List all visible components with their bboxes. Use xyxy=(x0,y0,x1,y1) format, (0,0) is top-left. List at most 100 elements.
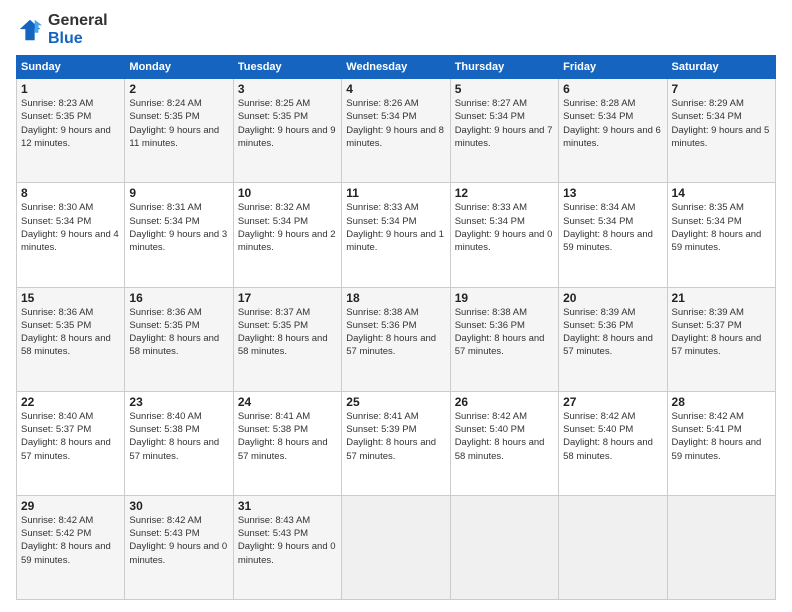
day-cell: 24Sunrise: 8:41 AMSunset: 5:38 PMDayligh… xyxy=(233,391,341,495)
day-number: 23 xyxy=(129,395,228,409)
day-info: Sunrise: 8:23 AMSunset: 5:35 PMDaylight:… xyxy=(21,97,120,150)
day-info: Sunrise: 8:25 AMSunset: 5:35 PMDaylight:… xyxy=(238,97,337,150)
week-row-4: 22Sunrise: 8:40 AMSunset: 5:37 PMDayligh… xyxy=(17,391,776,495)
day-info: Sunrise: 8:40 AMSunset: 5:38 PMDaylight:… xyxy=(129,410,228,463)
day-cell: 1Sunrise: 8:23 AMSunset: 5:35 PMDaylight… xyxy=(17,79,125,183)
day-info: Sunrise: 8:42 AMSunset: 5:40 PMDaylight:… xyxy=(563,410,662,463)
day-number: 16 xyxy=(129,291,228,305)
day-cell: 25Sunrise: 8:41 AMSunset: 5:39 PMDayligh… xyxy=(342,391,450,495)
week-row-3: 15Sunrise: 8:36 AMSunset: 5:35 PMDayligh… xyxy=(17,287,776,391)
day-cell: 22Sunrise: 8:40 AMSunset: 5:37 PMDayligh… xyxy=(17,391,125,495)
day-info: Sunrise: 8:24 AMSunset: 5:35 PMDaylight:… xyxy=(129,97,228,150)
day-cell xyxy=(667,495,775,599)
week-row-5: 29Sunrise: 8:42 AMSunset: 5:42 PMDayligh… xyxy=(17,495,776,599)
day-number: 22 xyxy=(21,395,120,409)
day-info: Sunrise: 8:41 AMSunset: 5:38 PMDaylight:… xyxy=(238,410,337,463)
day-number: 21 xyxy=(672,291,771,305)
day-cell: 4Sunrise: 8:26 AMSunset: 5:34 PMDaylight… xyxy=(342,79,450,183)
day-number: 15 xyxy=(21,291,120,305)
day-info: Sunrise: 8:41 AMSunset: 5:39 PMDaylight:… xyxy=(346,410,445,463)
day-info: Sunrise: 8:42 AMSunset: 5:43 PMDaylight:… xyxy=(129,514,228,567)
day-info: Sunrise: 8:38 AMSunset: 5:36 PMDaylight:… xyxy=(346,306,445,359)
day-cell: 29Sunrise: 8:42 AMSunset: 5:42 PMDayligh… xyxy=(17,495,125,599)
column-header-friday: Friday xyxy=(559,56,667,79)
day-number: 30 xyxy=(129,499,228,513)
day-cell: 16Sunrise: 8:36 AMSunset: 5:35 PMDayligh… xyxy=(125,287,233,391)
column-header-saturday: Saturday xyxy=(667,56,775,79)
column-header-thursday: Thursday xyxy=(450,56,558,79)
day-number: 2 xyxy=(129,82,228,96)
day-cell: 12Sunrise: 8:33 AMSunset: 5:34 PMDayligh… xyxy=(450,183,558,287)
day-cell: 17Sunrise: 8:37 AMSunset: 5:35 PMDayligh… xyxy=(233,287,341,391)
day-cell: 19Sunrise: 8:38 AMSunset: 5:36 PMDayligh… xyxy=(450,287,558,391)
logo-icon xyxy=(16,16,44,44)
day-number: 31 xyxy=(238,499,337,513)
day-info: Sunrise: 8:33 AMSunset: 5:34 PMDaylight:… xyxy=(455,201,554,254)
day-number: 27 xyxy=(563,395,662,409)
day-number: 18 xyxy=(346,291,445,305)
day-number: 9 xyxy=(129,186,228,200)
day-number: 29 xyxy=(21,499,120,513)
day-info: Sunrise: 8:36 AMSunset: 5:35 PMDaylight:… xyxy=(21,306,120,359)
day-info: Sunrise: 8:26 AMSunset: 5:34 PMDaylight:… xyxy=(346,97,445,150)
day-info: Sunrise: 8:30 AMSunset: 5:34 PMDaylight:… xyxy=(21,201,120,254)
column-header-monday: Monday xyxy=(125,56,233,79)
day-number: 24 xyxy=(238,395,337,409)
day-cell: 3Sunrise: 8:25 AMSunset: 5:35 PMDaylight… xyxy=(233,79,341,183)
calendar-table: SundayMondayTuesdayWednesdayThursdayFrid… xyxy=(16,55,776,600)
header: General Blue xyxy=(16,12,776,47)
day-info: Sunrise: 8:36 AMSunset: 5:35 PMDaylight:… xyxy=(129,306,228,359)
day-info: Sunrise: 8:40 AMSunset: 5:37 PMDaylight:… xyxy=(21,410,120,463)
day-cell: 5Sunrise: 8:27 AMSunset: 5:34 PMDaylight… xyxy=(450,79,558,183)
day-info: Sunrise: 8:39 AMSunset: 5:37 PMDaylight:… xyxy=(672,306,771,359)
day-cell: 7Sunrise: 8:29 AMSunset: 5:34 PMDaylight… xyxy=(667,79,775,183)
day-info: Sunrise: 8:42 AMSunset: 5:40 PMDaylight:… xyxy=(455,410,554,463)
calendar-header-row: SundayMondayTuesdayWednesdayThursdayFrid… xyxy=(17,56,776,79)
day-number: 14 xyxy=(672,186,771,200)
day-number: 10 xyxy=(238,186,337,200)
column-header-wednesday: Wednesday xyxy=(342,56,450,79)
day-info: Sunrise: 8:27 AMSunset: 5:34 PMDaylight:… xyxy=(455,97,554,150)
day-info: Sunrise: 8:39 AMSunset: 5:36 PMDaylight:… xyxy=(563,306,662,359)
day-cell: 30Sunrise: 8:42 AMSunset: 5:43 PMDayligh… xyxy=(125,495,233,599)
day-number: 7 xyxy=(672,82,771,96)
day-number: 3 xyxy=(238,82,337,96)
day-cell: 23Sunrise: 8:40 AMSunset: 5:38 PMDayligh… xyxy=(125,391,233,495)
day-number: 26 xyxy=(455,395,554,409)
day-cell xyxy=(342,495,450,599)
day-number: 20 xyxy=(563,291,662,305)
day-info: Sunrise: 8:43 AMSunset: 5:43 PMDaylight:… xyxy=(238,514,337,567)
day-cell: 15Sunrise: 8:36 AMSunset: 5:35 PMDayligh… xyxy=(17,287,125,391)
day-number: 17 xyxy=(238,291,337,305)
column-header-sunday: Sunday xyxy=(17,56,125,79)
day-number: 19 xyxy=(455,291,554,305)
day-cell: 14Sunrise: 8:35 AMSunset: 5:34 PMDayligh… xyxy=(667,183,775,287)
day-cell: 21Sunrise: 8:39 AMSunset: 5:37 PMDayligh… xyxy=(667,287,775,391)
logo-text: General Blue xyxy=(48,12,108,47)
day-number: 28 xyxy=(672,395,771,409)
day-number: 11 xyxy=(346,186,445,200)
day-number: 25 xyxy=(346,395,445,409)
day-info: Sunrise: 8:33 AMSunset: 5:34 PMDaylight:… xyxy=(346,201,445,254)
day-number: 12 xyxy=(455,186,554,200)
day-cell: 20Sunrise: 8:39 AMSunset: 5:36 PMDayligh… xyxy=(559,287,667,391)
day-cell: 8Sunrise: 8:30 AMSunset: 5:34 PMDaylight… xyxy=(17,183,125,287)
week-row-1: 1Sunrise: 8:23 AMSunset: 5:35 PMDaylight… xyxy=(17,79,776,183)
day-number: 6 xyxy=(563,82,662,96)
day-info: Sunrise: 8:42 AMSunset: 5:42 PMDaylight:… xyxy=(21,514,120,567)
day-cell: 10Sunrise: 8:32 AMSunset: 5:34 PMDayligh… xyxy=(233,183,341,287)
day-number: 8 xyxy=(21,186,120,200)
day-info: Sunrise: 8:28 AMSunset: 5:34 PMDaylight:… xyxy=(563,97,662,150)
column-header-tuesday: Tuesday xyxy=(233,56,341,79)
week-row-2: 8Sunrise: 8:30 AMSunset: 5:34 PMDaylight… xyxy=(17,183,776,287)
day-cell: 13Sunrise: 8:34 AMSunset: 5:34 PMDayligh… xyxy=(559,183,667,287)
day-number: 1 xyxy=(21,82,120,96)
day-info: Sunrise: 8:42 AMSunset: 5:41 PMDaylight:… xyxy=(672,410,771,463)
day-cell: 2Sunrise: 8:24 AMSunset: 5:35 PMDaylight… xyxy=(125,79,233,183)
day-info: Sunrise: 8:34 AMSunset: 5:34 PMDaylight:… xyxy=(563,201,662,254)
day-cell: 6Sunrise: 8:28 AMSunset: 5:34 PMDaylight… xyxy=(559,79,667,183)
day-cell: 27Sunrise: 8:42 AMSunset: 5:40 PMDayligh… xyxy=(559,391,667,495)
day-info: Sunrise: 8:29 AMSunset: 5:34 PMDaylight:… xyxy=(672,97,771,150)
day-number: 4 xyxy=(346,82,445,96)
day-cell xyxy=(559,495,667,599)
